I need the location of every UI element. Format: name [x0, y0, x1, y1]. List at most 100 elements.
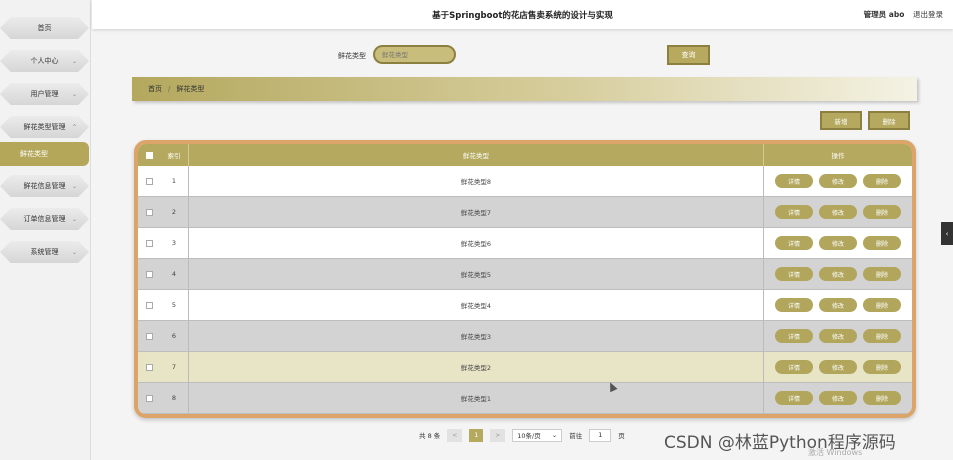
row-actions: 详情 修改 删除	[764, 166, 912, 196]
table-header: 索引 鲜花类型 操作	[138, 144, 912, 166]
search-input[interactable]	[373, 45, 456, 64]
user-name: 管理员 abo	[863, 10, 905, 19]
breadcrumb-home[interactable]: 首页	[148, 84, 162, 94]
row-checkbox[interactable]	[145, 363, 153, 371]
row-checkbox-cell	[138, 259, 160, 289]
delete-button[interactable]: 删除	[863, 391, 901, 405]
row-checkbox[interactable]	[145, 394, 153, 402]
row-checkbox[interactable]	[145, 332, 153, 340]
select-all-checkbox[interactable]	[145, 151, 153, 159]
sidebar-item-order-management[interactable]: 订单信息管理 ⌄	[0, 208, 89, 230]
edit-button[interactable]: 修改	[819, 174, 857, 188]
row-checkbox-cell	[138, 383, 160, 413]
sidebar-subitem-label: 鲜花类型	[20, 150, 48, 158]
data-table: 索引 鲜花类型 操作 1 鲜花类型8 详情 修改 删除 2 鲜花类型7 详情 修改 删除 3 鲜花类型…	[134, 140, 916, 418]
sidebar-item-label: 鲜花类型管理	[23, 123, 66, 131]
row-actions: 详情 修改 删除	[764, 197, 912, 227]
row-index: 5	[171, 301, 177, 309]
row-checkbox[interactable]	[145, 270, 153, 278]
edit-button[interactable]: 修改	[819, 267, 857, 281]
page-size-value: 10条/页	[517, 432, 541, 440]
edit-button[interactable]: 修改	[819, 298, 857, 312]
table-row: 4 鲜花类型5 详情 修改 删除	[138, 259, 912, 290]
chevron-down-icon: ⌄	[71, 215, 77, 223]
detail-button[interactable]: 详情	[775, 329, 813, 343]
row-flower-type: 鲜花类型4	[188, 290, 764, 320]
logout-link[interactable]: 退出登录	[913, 10, 943, 19]
sidebar-subitem-flower-type[interactable]: 鲜花类型	[0, 142, 89, 166]
chevron-down-icon: ⌄	[71, 248, 77, 256]
header-index: 索引	[167, 152, 181, 160]
delete-button[interactable]: 删除	[863, 360, 901, 374]
delete-button[interactable]: 删除	[863, 174, 901, 188]
detail-button[interactable]: 详情	[775, 298, 813, 312]
row-actions: 详情 修改 删除	[764, 259, 912, 289]
pager-prev-button[interactable]: <	[447, 428, 463, 442]
goto-suffix: 页	[618, 432, 625, 440]
row-checkbox-cell	[138, 321, 160, 351]
table-row: 7 鲜花类型2 详情 修改 删除	[138, 352, 912, 383]
breadcrumb-current: 鲜花类型	[176, 85, 205, 93]
chevron-up-icon: ^	[71, 123, 77, 131]
detail-button[interactable]: 详情	[775, 174, 813, 188]
edit-button[interactable]: 修改	[819, 391, 857, 405]
sidebar-item-label: 首页	[37, 24, 52, 32]
row-checkbox[interactable]	[145, 239, 153, 247]
row-actions: 详情 修改 删除	[764, 290, 912, 320]
sidebar-item-flower-type-management[interactable]: 鲜花类型管理 ^	[0, 116, 89, 138]
collapse-tab-icon[interactable]: ‹	[941, 222, 953, 245]
delete-button[interactable]: 删除	[863, 329, 901, 343]
sidebar-item-flower-info-management[interactable]: 鲜花信息管理 ⌄	[0, 175, 89, 197]
row-flower-type: 鲜花类型6	[188, 228, 764, 258]
chevron-down-icon: ⌄	[551, 431, 558, 439]
row-flower-type: 鲜花类型5	[188, 259, 764, 289]
goto-label: 前往	[569, 432, 583, 440]
query-button[interactable]: 查询	[667, 45, 710, 65]
row-actions: 详情 修改 删除	[764, 383, 912, 413]
row-checkbox[interactable]	[145, 301, 153, 309]
goto-input[interactable]: 1	[589, 428, 612, 442]
top-bar: 基于Springboot的花店售卖系统的设计与实现 管理员 abo 退出登录	[92, 0, 953, 29]
sidebar-item-user-management[interactable]: 用户管理 ⌄	[0, 83, 89, 105]
pager-page-number[interactable]: 1	[469, 428, 484, 442]
breadcrumb-separator: /	[168, 85, 171, 93]
edit-button[interactable]: 修改	[819, 360, 857, 374]
edit-button[interactable]: 修改	[819, 236, 857, 250]
page-size-select[interactable]: 10条/页 ⌄	[512, 428, 563, 442]
sidebar-item-home[interactable]: 首页	[0, 17, 89, 39]
row-checkbox[interactable]	[145, 177, 153, 185]
row-checkbox-cell	[138, 166, 160, 196]
table-row: 1 鲜花类型8 详情 修改 删除	[138, 166, 912, 197]
search-label: 鲜花类型	[338, 52, 366, 60]
row-actions: 详情 修改 删除	[764, 228, 912, 258]
row-checkbox-cell	[138, 228, 160, 258]
detail-button[interactable]: 详情	[775, 391, 813, 405]
windows-activation-text: 激活 Windows	[808, 448, 863, 457]
delete-button[interactable]: 删除	[863, 236, 901, 250]
sidebar-item-personal-center[interactable]: 个人中心 ⌄	[0, 50, 89, 72]
detail-button[interactable]: 详情	[775, 360, 813, 374]
sidebar-item-system-management[interactable]: 系统管理 ⌄	[0, 241, 89, 263]
detail-button[interactable]: 详情	[775, 205, 813, 219]
row-checkbox-cell	[138, 352, 160, 382]
header-checkbox-cell	[138, 144, 160, 166]
add-button[interactable]: 新增	[820, 111, 862, 130]
detail-button[interactable]: 详情	[775, 236, 813, 250]
chevron-down-icon: ⌄	[71, 57, 77, 65]
row-checkbox[interactable]	[145, 208, 153, 216]
edit-button[interactable]: 修改	[819, 205, 857, 219]
table-row: 8 鲜花类型1 详情 修改 删除	[138, 383, 912, 414]
delete-button[interactable]: 删除	[863, 267, 901, 281]
delete-button[interactable]: 删除	[863, 298, 901, 312]
row-index: 8	[171, 394, 177, 402]
edit-button[interactable]: 修改	[819, 329, 857, 343]
row-actions: 详情 修改 删除	[764, 321, 912, 351]
bulk-delete-button[interactable]: 删除	[868, 111, 910, 130]
delete-button[interactable]: 删除	[863, 205, 901, 219]
breadcrumb: 首页 / 鲜花类型	[132, 77, 917, 101]
table-row: 6 鲜花类型3 详情 修改 删除	[138, 321, 912, 352]
row-flower-type: 鲜花类型8	[188, 166, 764, 196]
sidebar-item-label: 鲜花信息管理	[23, 182, 66, 190]
pager-next-button[interactable]: >	[490, 428, 506, 442]
detail-button[interactable]: 详情	[775, 267, 813, 281]
